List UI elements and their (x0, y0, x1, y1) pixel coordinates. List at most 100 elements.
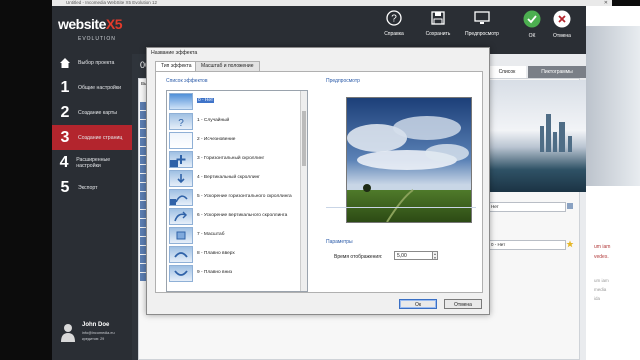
sidebar-item-export[interactable]: 5 Экспорт (52, 175, 132, 200)
sidebar-item-label: Общие настройки (78, 84, 122, 91)
effect-name: 7 - Масштаб (197, 232, 225, 237)
preview-text: um iam (594, 278, 609, 283)
svg-text:?: ? (391, 14, 397, 25)
dialog-cancel-button[interactable]: Отмена (444, 299, 482, 309)
setting-row[interactable]: Нет (488, 202, 566, 212)
duration-stepper[interactable]: ▲ ▼ (432, 251, 438, 260)
parameters-label: Параметры (326, 239, 353, 245)
background-image (586, 26, 640, 186)
preview-button[interactable]: Предпросмотр (460, 10, 504, 37)
duration-input[interactable]: 5,00 (394, 251, 434, 260)
list-item[interactable]: 7 - Масштаб (169, 227, 299, 245)
list-item[interactable]: 9 - Плавно вниз (169, 265, 299, 283)
effect-name: 3 - Горизонтальный скроллинг (197, 156, 265, 161)
smooth-up-icon (169, 246, 193, 263)
scroll-vertical-icon (169, 170, 193, 187)
dialog-body: Список эффектов 0 - Нет ? 1 - Случайный … (155, 71, 483, 293)
sidebar-item-label: Выбор проекта (78, 59, 115, 66)
accelerate-horizontal-icon (169, 189, 193, 206)
app-logo-subtitle: EVOLUTION (78, 36, 116, 42)
sidebar-item-create-map[interactable]: 2 Создание карты (52, 100, 132, 125)
list-item[interactable]: ? 1 - Случайный (169, 113, 299, 131)
dialog-title: Название эффекта (151, 50, 198, 56)
cancel-button[interactable]: Отмена (540, 10, 584, 39)
list-item[interactable]: 6 - Ускорение вертикального скроллинга (169, 208, 299, 226)
random-icon: ? (169, 113, 193, 130)
sidebar-item-create-pages[interactable]: 3 Создание страниц (52, 125, 132, 150)
background-website-preview: um iam vedes. um iam media ida (586, 6, 640, 360)
preview-text: media (594, 287, 607, 292)
check-icon (523, 10, 541, 28)
duration-label: Время отображения: (334, 254, 383, 260)
dialog-ok-button[interactable]: Ок (399, 299, 437, 309)
view-tabs: Список Пиктограммы (488, 66, 586, 78)
effect-name: 1 - Случайный (197, 118, 230, 123)
building-shape (559, 122, 565, 152)
user-credits: кредитов: 29 (82, 337, 105, 341)
save-button[interactable]: Сохранить (416, 10, 460, 37)
preview-text: um iam (594, 244, 611, 250)
list-item[interactable]: 4 - Вертикальный скроллинг (169, 170, 299, 188)
list-item[interactable]: 0 - Нет (169, 93, 299, 111)
list-item[interactable]: 3 - Горизонтальный скроллинг (169, 151, 299, 169)
effect-name: 4 - Вертикальный скроллинг (197, 175, 260, 180)
preview-text: ida (594, 296, 601, 301)
help-icon: ? (386, 10, 402, 26)
steps-nav: Выбор проекта 1 Общие настройки 2 Создан… (52, 50, 132, 200)
list-item[interactable]: 2 - Исчезновение (169, 132, 299, 150)
fade-icon (169, 132, 193, 149)
tab-list[interactable]: Список (488, 66, 526, 78)
step-number: 1 (60, 78, 70, 96)
effect-name: 6 - Ускорение вертикального скроллинга (197, 213, 288, 218)
scrollbar-thumb[interactable] (302, 111, 306, 166)
preview-label: Предпросмотр (465, 31, 499, 37)
sidebar-item-general-settings[interactable]: 1 Общие настройки (52, 75, 132, 100)
sidebar-item-advanced-settings[interactable]: 4 Расширенные настройки (52, 150, 132, 175)
preview-text: vedes. (594, 254, 609, 260)
user-email: info@incomedia.eu (82, 331, 115, 335)
close-icon (553, 10, 571, 28)
effects-list-label: Список эффектов (166, 78, 208, 84)
tab-scale-position[interactable]: Масштаб и положение (195, 61, 260, 71)
accelerate-vertical-icon (169, 208, 193, 225)
step-number: 2 (60, 103, 70, 121)
list-item[interactable]: 5 - Ускорение горизонтального скроллинга (169, 189, 299, 207)
building-shape (540, 126, 544, 152)
preview-section-label: Предпросмотр (326, 78, 360, 84)
monitor-icon (474, 11, 490, 24)
sidebar-item-label: Расширенные настройки (76, 156, 111, 169)
step-number: 5 (60, 178, 70, 196)
effect-name: 9 - Плавно вниз (197, 270, 233, 275)
effect-name: 2 - Исчезновение (197, 137, 236, 142)
effect-thumbnail (169, 93, 193, 110)
settings-icon[interactable] (566, 202, 574, 210)
building-shape (553, 132, 557, 152)
avatar[interactable] (60, 322, 76, 342)
help-label: Справка (384, 31, 404, 37)
effects-list: 0 - Нет ? 1 - Случайный 2 - Исчезновение… (166, 90, 308, 292)
effect-name: 8 - Плавно вверх (197, 251, 235, 256)
user-panel: John Doe info@incomedia.eu кредитов: 29 (52, 316, 132, 356)
star-icon[interactable] (566, 240, 574, 248)
list-item[interactable]: 8 - Плавно вверх (169, 246, 299, 264)
scroll-horizontal-icon (169, 151, 193, 168)
sidebar-item-label: Создание карты (78, 109, 117, 116)
sidebar: websiteX5 EVOLUTION Выбор проекта 1 Общи… (52, 6, 132, 360)
step-number: 4 (59, 153, 69, 171)
building-shape (546, 114, 551, 152)
sidebar-item-choose-project[interactable]: Выбор проекта (52, 50, 132, 75)
effect-dialog: Название эффекта Тип эффекта Масштаб и п… (146, 47, 490, 315)
effect-name: 5 - Ускорение горизонтального скроллинга (197, 194, 292, 199)
effects-scrollbar[interactable] (300, 91, 307, 291)
save-icon (431, 11, 445, 25)
sidebar-item-label: Экспорт (78, 184, 98, 191)
help-button[interactable]: ? Справка (372, 10, 416, 37)
user-name: John Doe (82, 322, 110, 328)
effect-row[interactable]: 0 - Нет (488, 240, 566, 250)
smooth-down-icon (169, 265, 193, 282)
preview-image (346, 97, 472, 223)
tab-thumbnails[interactable]: Пиктограммы (528, 66, 586, 78)
home-icon (52, 57, 78, 69)
sidebar-item-label: Создание страниц (78, 134, 123, 141)
save-label: Сохранить (425, 31, 451, 37)
